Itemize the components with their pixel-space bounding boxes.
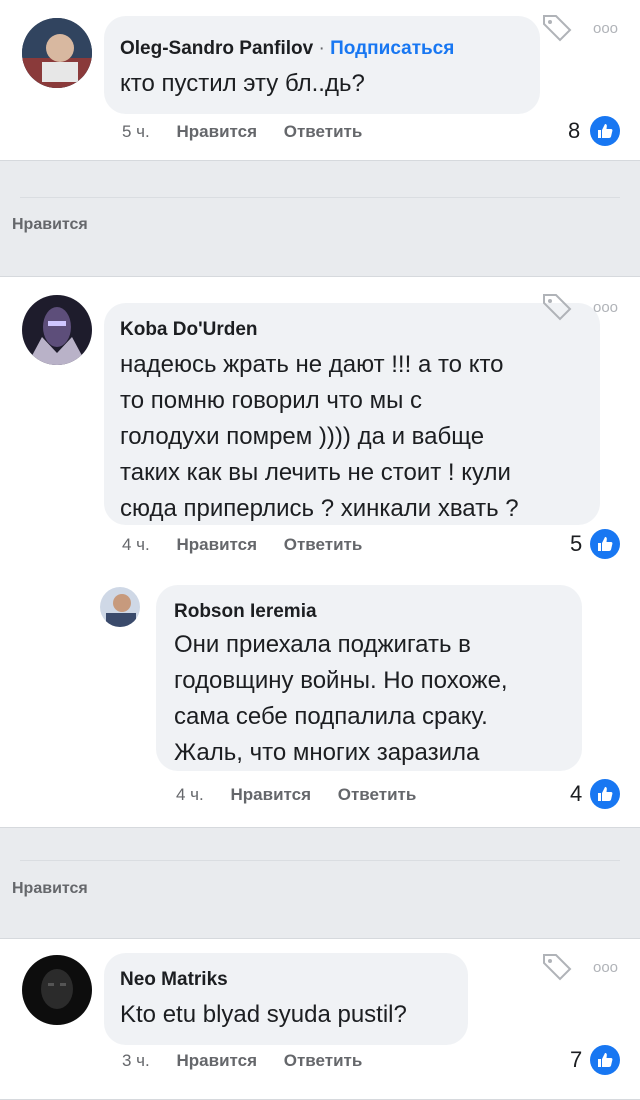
separator: ·	[318, 38, 325, 59]
avatar-image	[22, 955, 92, 1025]
timestamp: 5 ч.	[122, 122, 150, 141]
comment-card-1: Oleg-Sandro Panfilov · Подписаться кто п…	[0, 0, 640, 161]
reaction-count: 5	[570, 531, 583, 556]
author-name[interactable]: Oleg-Sandro Panfilov	[120, 38, 313, 59]
comment-author[interactable]: Neo Matriks	[120, 969, 228, 991]
tag-icon[interactable]	[540, 949, 574, 983]
avatar-image	[22, 295, 92, 365]
comment-meta: 4 ч. Нравится Ответить	[122, 535, 362, 555]
thumbs-up-icon[interactable]	[590, 529, 620, 559]
reply-line: Жаль, что многих заразила	[174, 739, 480, 766]
avatar[interactable]	[100, 587, 140, 627]
more-icon[interactable]: ooo	[593, 959, 618, 976]
comment-line: голодухи помрем )))) да и вабще	[120, 423, 485, 450]
subscribe-link[interactable]: Подписаться	[330, 38, 454, 59]
thumbs-up-icon[interactable]	[590, 116, 620, 146]
reply-line: сама себе подпалила сраку.	[174, 703, 488, 730]
thumbs-up-icon[interactable]	[590, 1045, 620, 1075]
reply-author[interactable]: Robson Ieremia	[174, 601, 317, 623]
comment-card-3: Neo Matriks Kto etu blyad syuda pustil? …	[0, 938, 640, 1100]
thumbs-up-icon[interactable]	[590, 779, 620, 809]
reply-button[interactable]: Ответить	[284, 1051, 363, 1070]
comment-line: то помню говорил что мы с	[120, 387, 422, 414]
comment-author[interactable]: Oleg-Sandro Panfilov · Подписаться	[120, 38, 454, 60]
timestamp: 4 ч.	[122, 535, 150, 554]
avatar[interactable]	[22, 18, 92, 88]
comment-meta: 3 ч. Нравится Ответить	[122, 1051, 362, 1071]
comment-line: надеюсь жрать не дают !!! а то кто	[120, 351, 504, 378]
reply-button[interactable]: Ответить	[284, 122, 363, 141]
more-icon[interactable]: ooo	[593, 299, 618, 316]
timestamp: 4 ч.	[176, 785, 204, 804]
avatar-image	[22, 18, 92, 88]
reaction-count: 7	[570, 1047, 583, 1072]
reply-line: годовщину войны. Но похоже,	[174, 667, 508, 694]
like-button[interactable]: Нравится	[177, 535, 258, 554]
avatar[interactable]	[22, 955, 92, 1025]
tag-icon[interactable]	[540, 10, 574, 44]
more-icon[interactable]: ooo	[593, 20, 618, 37]
avatar[interactable]	[22, 295, 92, 365]
comment-text: кто пустил эту бл..дь?	[120, 70, 365, 97]
like-bar-1[interactable]: Нравится	[12, 216, 88, 234]
reply-meta: 4 ч. Нравится Ответить	[176, 785, 416, 805]
like-bar-2[interactable]: Нравится	[12, 880, 88, 898]
like-button[interactable]: Нравится	[177, 122, 258, 141]
like-button[interactable]: Нравится	[231, 785, 312, 804]
avatar-image	[100, 587, 140, 627]
like-button[interactable]: Нравится	[177, 1051, 258, 1070]
comment-line: сюда приперлись ? хинкали хвать ?	[120, 495, 519, 522]
reply-button[interactable]: Ответить	[284, 535, 363, 554]
tag-icon[interactable]	[540, 289, 574, 323]
comment-card-2: Koba Do'Urden надеюсь жрать не дают !!! …	[0, 276, 640, 828]
reply-button[interactable]: Ответить	[338, 785, 417, 804]
comment-meta: 5 ч. Нравится Ответить	[122, 122, 362, 142]
reply-line: Они приехала поджигать в	[174, 631, 471, 658]
divider	[20, 860, 620, 861]
timestamp: 3 ч.	[122, 1051, 150, 1070]
comment-author[interactable]: Koba Do'Urden	[120, 319, 258, 341]
reaction-count: 4	[570, 781, 583, 806]
comment-line: таких как вы лечить не стоит ! кули	[120, 459, 511, 486]
divider	[20, 197, 620, 198]
reaction-count: 8	[568, 118, 581, 143]
comment-text: Kto etu blyad syuda pustil?	[120, 1001, 407, 1028]
